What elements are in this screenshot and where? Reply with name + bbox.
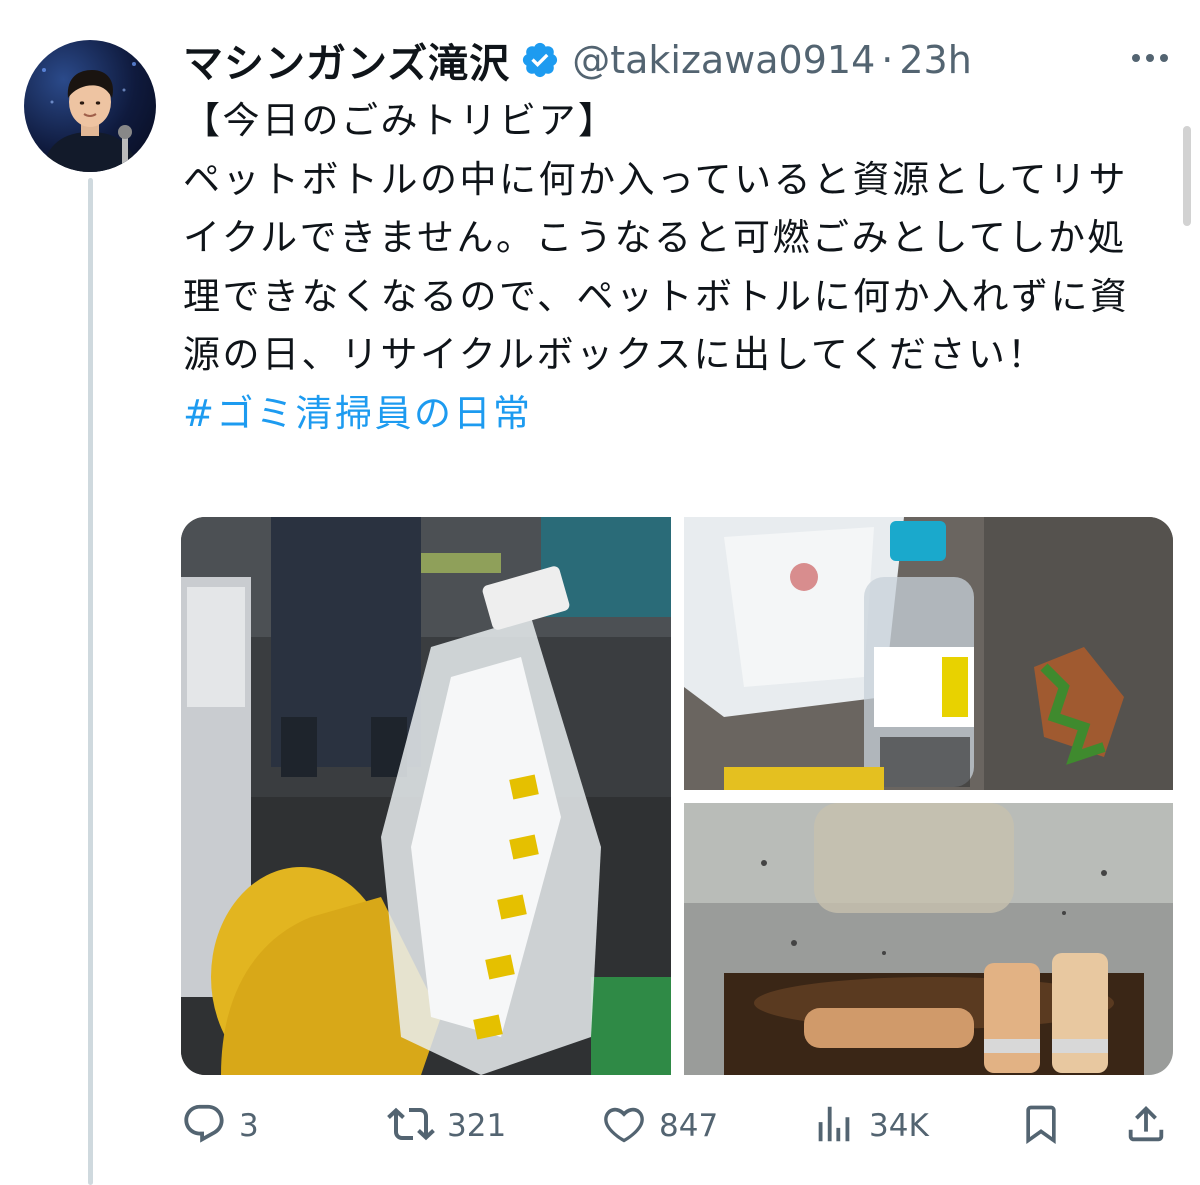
handle[interactable]: @takizawa0914 xyxy=(572,38,875,82)
tweet-body: ペットボトルの中に何か入っていると資源としてリサイクルできません。こうなると可燃… xyxy=(183,157,1130,377)
display-name[interactable]: マシンガンズ滝沢 xyxy=(183,31,510,89)
reply-icon xyxy=(181,1101,227,1151)
reply-count: 3 xyxy=(239,1108,259,1144)
like-icon xyxy=(601,1101,647,1151)
scrollbar[interactable] xyxy=(1183,126,1191,226)
reply-button[interactable]: 3 xyxy=(181,1098,259,1154)
tweet-title-line: 【今日のごみトリビア】 xyxy=(183,99,618,142)
media-image-1[interactable] xyxy=(181,517,671,1075)
media-grid xyxy=(181,517,1173,1075)
thread-line xyxy=(88,178,93,1185)
media-image-2[interactable] xyxy=(684,517,1173,790)
timestamp[interactable]: 23h xyxy=(899,38,971,82)
verified-badge-icon xyxy=(520,40,560,80)
like-button[interactable]: 847 xyxy=(601,1098,718,1154)
more-icon[interactable] xyxy=(1128,46,1172,70)
views-button[interactable]: 34K xyxy=(811,1098,929,1154)
separator-dot: · xyxy=(881,38,894,82)
share-icon xyxy=(1123,1101,1169,1151)
media-image-3[interactable] xyxy=(684,803,1173,1075)
tweet-header: マシンガンズ滝沢 @takizawa0914 · 23h xyxy=(183,30,972,90)
repost-button[interactable]: 321 xyxy=(387,1098,506,1154)
views-icon xyxy=(811,1101,857,1151)
tweet-text: 【今日のごみトリビア】 ペットボトルの中に何か入っていると資源としてリサイクルで… xyxy=(183,92,1163,443)
bookmark-icon xyxy=(1019,1101,1063,1151)
repost-icon xyxy=(387,1100,435,1152)
views-count: 34K xyxy=(869,1108,929,1144)
bookmark-button[interactable] xyxy=(1019,1098,1063,1154)
repost-count: 321 xyxy=(447,1108,507,1144)
share-button[interactable] xyxy=(1123,1098,1169,1154)
like-count: 847 xyxy=(659,1108,719,1144)
action-bar: 3 321 847 34K xyxy=(181,1098,1173,1154)
hashtag-link[interactable]: #ゴミ清掃員の日常 xyxy=(183,385,1163,444)
avatar[interactable] xyxy=(24,40,156,172)
